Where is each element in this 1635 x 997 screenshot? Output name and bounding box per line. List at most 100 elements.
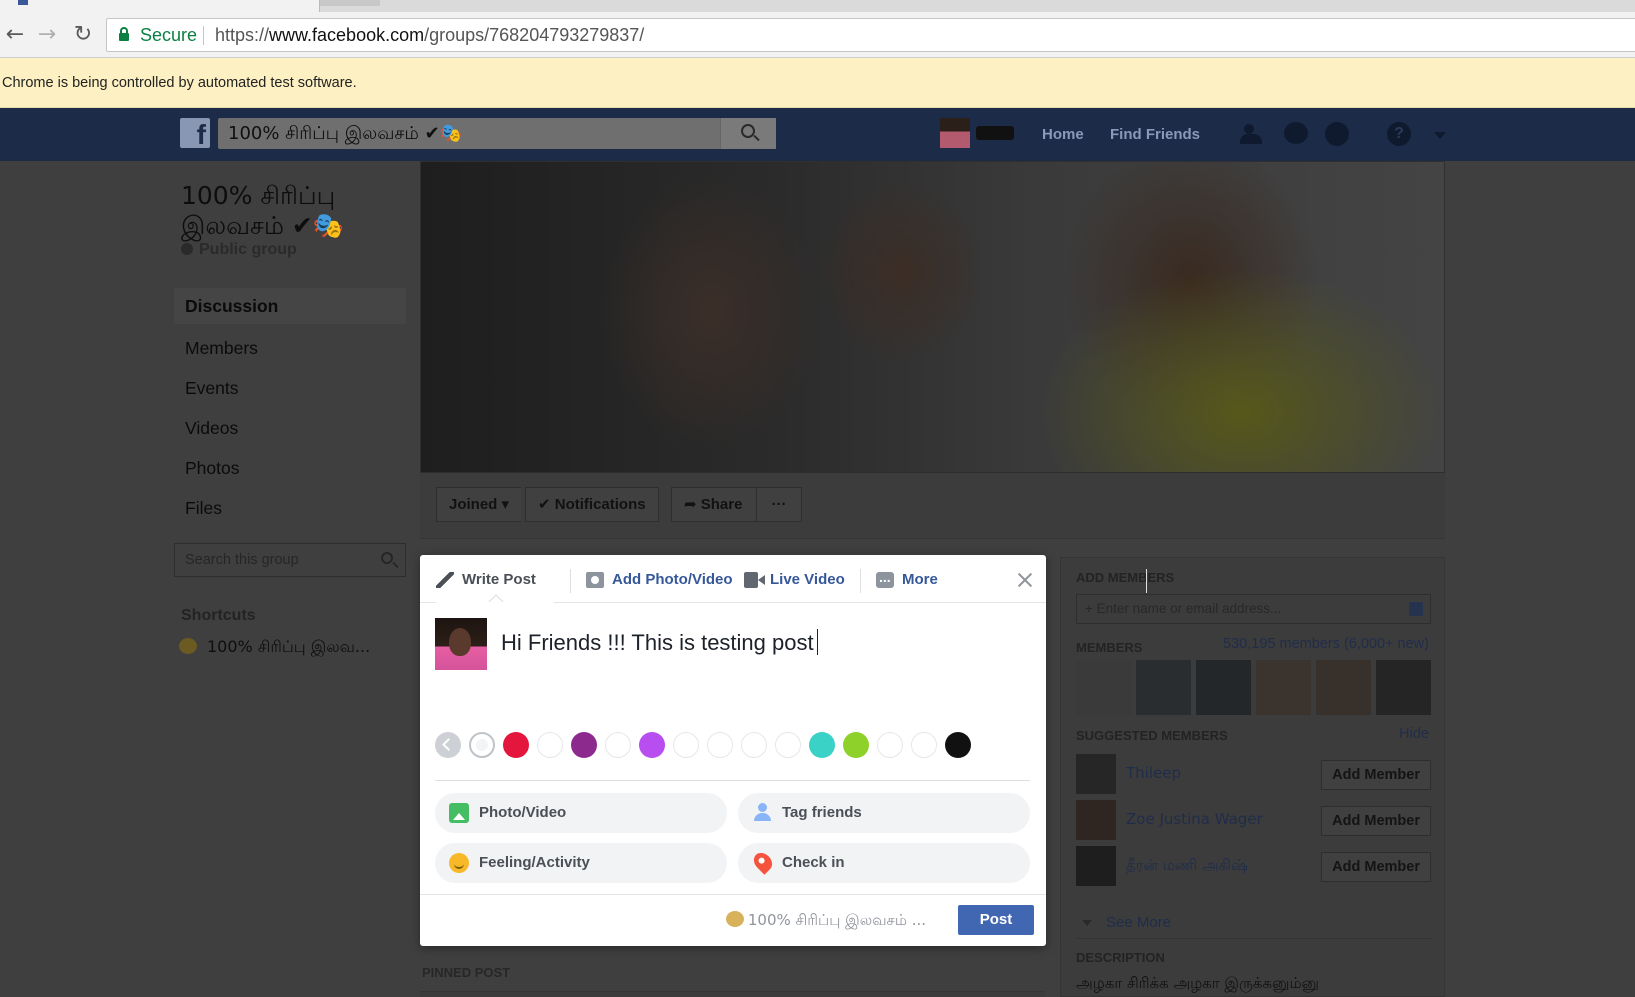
color-swatch[interactable] xyxy=(911,732,937,758)
right-column: ADD MEMBERS + Enter name or email addres… xyxy=(1060,557,1445,997)
avatar[interactable] xyxy=(435,618,487,670)
color-swatch[interactable] xyxy=(707,732,733,758)
chevron-down-icon[interactable] xyxy=(1434,132,1446,139)
member-avatar[interactable] xyxy=(1376,660,1431,715)
suggested-member-name[interactable]: Thileep xyxy=(1126,764,1181,782)
sidebar-item-members[interactable]: Members xyxy=(174,328,406,368)
tab-more[interactable]: More xyxy=(876,566,938,591)
color-swatch[interactable] xyxy=(673,732,699,758)
check-in-option[interactable]: Check in xyxy=(738,843,1030,883)
add-member-button[interactable]: Add Member xyxy=(1321,852,1431,882)
add-member-button[interactable]: Add Member xyxy=(1321,806,1431,836)
suggested-member-name[interactable]: Zoe Justina Wager xyxy=(1126,810,1263,828)
help-icon[interactable]: ? xyxy=(1387,122,1411,146)
add-members-heading: ADD MEMBERS xyxy=(1076,570,1175,585)
color-swatch[interactable] xyxy=(605,732,631,758)
color-swatch[interactable] xyxy=(843,732,869,758)
tag-friends-icon xyxy=(752,803,772,823)
tab-add-photo-video[interactable]: Add Photo/Video xyxy=(566,569,733,591)
tag-friends-option[interactable]: Tag friends xyxy=(738,793,1030,833)
facebook-logo-icon[interactable]: f xyxy=(180,118,210,150)
reload-icon[interactable]: ↻ xyxy=(70,22,96,48)
avatar[interactable] xyxy=(1076,800,1116,840)
color-swatch[interactable] xyxy=(639,732,665,758)
messenger-icon[interactable] xyxy=(1284,122,1308,144)
lock-icon xyxy=(119,27,129,41)
member-avatar[interactable] xyxy=(1136,660,1191,715)
member-avatar[interactable] xyxy=(1196,660,1251,715)
pinned-post-heading: PINNED POST xyxy=(422,965,511,980)
color-swatch[interactable] xyxy=(775,732,801,758)
nav-find-friends-link[interactable]: Find Friends xyxy=(1110,108,1200,161)
photo-video-option[interactable]: Photo/Video xyxy=(435,793,727,833)
member-avatar[interactable] xyxy=(1256,660,1311,715)
url-text: https://www.facebook.com/groups/76820479… xyxy=(215,25,645,45)
new-tab-button[interactable] xyxy=(320,0,380,6)
close-icon[interactable] xyxy=(1016,571,1034,589)
contacts-icon[interactable] xyxy=(1409,602,1423,616)
shortcut-item[interactable]: 100% சிரிப்பு இலவ... xyxy=(179,637,370,658)
avatar[interactable] xyxy=(1076,754,1116,794)
color-swatch[interactable] xyxy=(809,732,835,758)
color-swatch-selected[interactable] xyxy=(469,732,495,758)
suggested-member-row: தீரன் மணி அகிஷ் Add Member xyxy=(1076,846,1431,886)
feeling-activity-option[interactable]: Feeling/Activity xyxy=(435,843,727,883)
more-options-button[interactable]: ··· xyxy=(756,487,802,522)
sidebar-item-videos[interactable]: Videos xyxy=(174,408,406,448)
suggested-members-heading: SUGGESTED MEMBERS xyxy=(1076,728,1228,743)
notifications-button[interactable]: ✔ Notifications xyxy=(525,487,659,522)
cover-photo[interactable] xyxy=(420,161,1445,473)
address-bar[interactable]: Secure https://www.facebook.com/groups/7… xyxy=(106,18,1635,52)
suggested-member-row: Zoe Justina Wager Add Member xyxy=(1076,800,1431,840)
sidebar-item-photos[interactable]: Photos xyxy=(174,448,406,488)
search-input[interactable]: 100% சிரிப்பு இலவசம் ✔🎭 xyxy=(218,118,776,149)
post-button[interactable]: Post xyxy=(958,905,1034,935)
post-composer: Write Post Add Photo/Video Live Video Mo… xyxy=(420,555,1147,946)
search-button[interactable] xyxy=(720,118,776,149)
browser-tabstrip xyxy=(0,0,1635,12)
globe-icon[interactable] xyxy=(1325,122,1349,146)
joined-button[interactable]: Joined ▾ xyxy=(436,487,522,522)
swatch-back-button[interactable] xyxy=(435,732,461,758)
member-avatar[interactable] xyxy=(1316,660,1371,715)
share-button[interactable]: ➦ Share xyxy=(671,487,757,522)
suggested-member-name[interactable]: தீரன் மணி அகிஷ் xyxy=(1126,856,1248,876)
avatar[interactable] xyxy=(1076,846,1116,886)
tab-live-video[interactable]: Live Video xyxy=(744,569,845,591)
globe-icon xyxy=(181,243,193,255)
search-value: 100% சிரிப்பு இலவசம் ✔🎭 xyxy=(228,123,463,144)
color-swatch[interactable] xyxy=(571,732,597,758)
profile-avatar[interactable] xyxy=(940,118,970,148)
members-count-link[interactable]: 530,195 members (6,000+ new) xyxy=(1223,636,1429,652)
sidebar-item-events[interactable]: Events xyxy=(174,368,406,408)
description-heading: DESCRIPTION xyxy=(1076,950,1165,965)
nav-home-link[interactable]: Home xyxy=(1042,108,1084,161)
browser-toolbar: ← → ↻ Secure https://www.facebook.com/gr… xyxy=(0,12,1635,58)
sidebar-item-files[interactable]: Files xyxy=(174,488,406,528)
post-text-input[interactable]: Hi Friends !!! This is testing post xyxy=(501,625,1021,661)
color-swatch[interactable] xyxy=(537,732,563,758)
friends-icon[interactable] xyxy=(1240,122,1266,146)
tab-write-post[interactable]: Write Post xyxy=(436,569,536,591)
color-swatch[interactable] xyxy=(741,732,767,758)
composer-tabs: Write Post Add Photo/Video Live Video Mo… xyxy=(420,555,1147,603)
profile-name-redacted[interactable] xyxy=(976,126,1014,140)
group-search-input[interactable]: Search this group xyxy=(174,543,406,577)
color-swatch[interactable] xyxy=(503,732,529,758)
share-destination[interactable]: 100% சிரிப்பு இலவசம் ... xyxy=(725,911,926,931)
forward-arrow-icon[interactable]: → xyxy=(34,22,60,48)
sidebar-item-discussion[interactable]: Discussion xyxy=(174,288,406,324)
add-member-input[interactable]: + Enter name or email address... xyxy=(1076,594,1431,624)
smiley-icon xyxy=(449,853,469,873)
browser-tab[interactable] xyxy=(0,0,320,12)
back-arrow-icon[interactable]: ← xyxy=(2,22,28,48)
secure-label: Secure xyxy=(140,25,198,45)
add-member-button[interactable]: Add Member xyxy=(1321,760,1431,790)
see-more-link[interactable]: See More xyxy=(1081,914,1171,931)
color-swatch[interactable] xyxy=(945,732,971,758)
color-swatch[interactable] xyxy=(877,732,903,758)
group-title[interactable]: 100% சிரிப்பு இலவசம் ✔🎭 xyxy=(181,181,401,241)
member-avatar[interactable] xyxy=(1076,660,1131,715)
search-icon[interactable] xyxy=(381,552,393,564)
hide-link[interactable]: Hide xyxy=(1399,726,1429,742)
